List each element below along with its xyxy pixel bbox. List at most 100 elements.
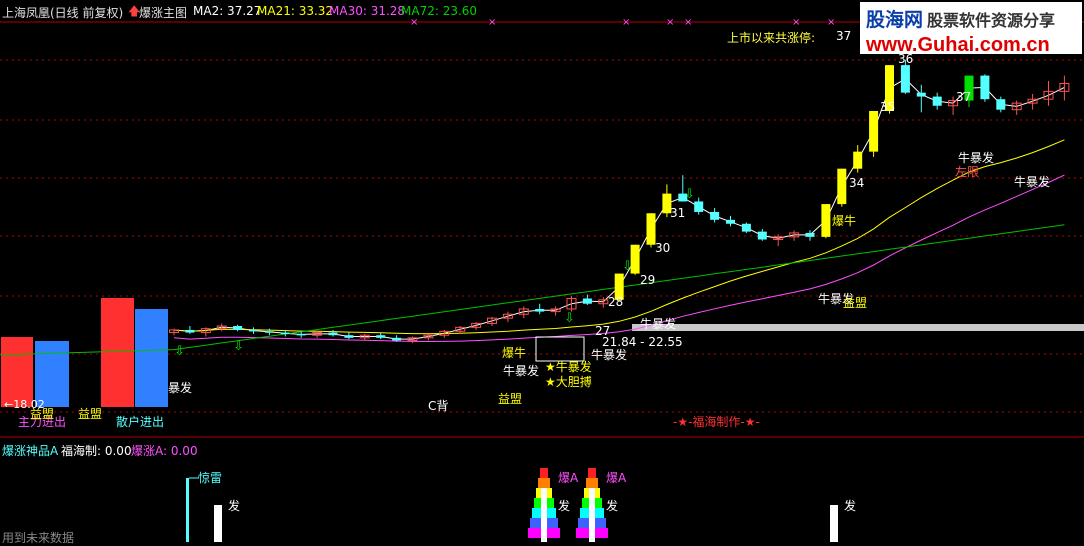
candle-body	[805, 232, 815, 237]
indicator-name: 爆涨主图	[139, 6, 188, 20]
candle-body	[264, 331, 274, 333]
candle-body	[757, 231, 767, 240]
fuhai-value: 福海制: 0.00	[61, 444, 132, 458]
rainbow-stack	[588, 468, 596, 478]
candle-body	[980, 75, 990, 100]
rainbow-stack	[538, 478, 550, 488]
yimeng-label: 益盟	[843, 296, 867, 310]
retail-bar	[135, 309, 168, 407]
since-listing-value: 37	[836, 29, 852, 43]
candle-body	[726, 219, 735, 224]
jinglei-bar	[186, 478, 189, 542]
bao-a-label: 爆A	[606, 471, 627, 485]
bold-bet-label: ★大胆搏	[545, 375, 592, 389]
candle-body	[837, 168, 847, 205]
candle-body	[996, 99, 1006, 110]
retail-bar	[101, 298, 134, 407]
fa-bar	[830, 505, 838, 542]
x-mark-icon: ×	[827, 17, 835, 28]
rainbow-stack	[540, 468, 548, 478]
baofa-label: 暴发	[168, 380, 192, 395]
stock-chart[interactable]: 主力进出 散户进出←18.02益盟 益盟暴发C背 益盟爆牛牛暴发 ★牛暴发★大胆搏牛暴发…	[0, 0, 1084, 542]
left-limit-label: 左限	[955, 164, 979, 179]
x-mark-icon: ×	[622, 17, 630, 28]
niubaofa-label: 牛暴发	[1014, 174, 1050, 189]
candle-body	[249, 329, 258, 332]
guhai-logo: 股海网 股票软件资源分享 www.Guhai.com.cn	[860, 2, 1082, 56]
niubaofa-label: 牛暴发	[640, 316, 676, 331]
baoniu-label: 爆牛	[502, 345, 526, 360]
candle-body	[535, 308, 545, 312]
ma30-line	[173, 174, 1065, 343]
candle-body	[296, 333, 306, 336]
down-arrow-icon: ⇩	[564, 311, 575, 326]
down-arrow-icon: ⇩	[684, 187, 695, 202]
down-arrow-icon: ⇩	[174, 344, 185, 359]
candle-body	[916, 92, 926, 97]
logo-url: www.Guhai.com.cn	[866, 34, 1050, 56]
x-mark-icon: ×	[410, 17, 418, 28]
rainbow-stack	[586, 478, 598, 488]
main-force-bar	[1, 337, 33, 407]
bao-a-label: 爆A	[558, 471, 579, 485]
c-back-label: C背	[428, 399, 448, 413]
fa-label: 发	[228, 498, 240, 513]
candle-body	[376, 335, 386, 338]
candle-body	[694, 201, 704, 212]
future-data-note: 用到未来数据	[2, 531, 75, 545]
candle-body	[582, 298, 592, 304]
fa-label: 发	[558, 498, 570, 513]
price-number-label: 37	[956, 90, 971, 104]
candle-body	[900, 65, 910, 93]
candle-body	[932, 96, 942, 106]
price-number-label: 28	[608, 295, 623, 309]
candle-body	[741, 223, 751, 232]
baozhang-a-value: 爆涨A: 0.00	[131, 444, 198, 458]
niubaofa-label: 牛暴发	[958, 150, 994, 165]
price-number-label: 34	[849, 176, 864, 190]
candle-body	[710, 211, 720, 220]
candle-body	[646, 213, 656, 245]
sub-indicator-panel: 惊雷发 发 爆A 发 爆A 发	[186, 468, 856, 542]
x-mark-icon: ×	[684, 17, 692, 28]
yimeng-label: 益盟	[78, 407, 102, 421]
fa-label: 发	[606, 498, 618, 513]
candle-body	[233, 326, 243, 330]
candle-body	[821, 204, 831, 237]
down-arrow-icon: ⇩	[233, 339, 244, 354]
price-number-label: 31	[670, 206, 685, 220]
price-highlight-bar	[632, 324, 1084, 331]
ma72-value: MA72: 23.60	[401, 4, 478, 18]
yimeng-label: 益盟	[30, 407, 54, 421]
fa-bar	[541, 488, 547, 542]
ma21-value: MA21: 33.32	[257, 4, 334, 18]
ma30-value: MA30: 31.28	[329, 4, 406, 18]
price-number-label: 29	[640, 273, 655, 287]
yimeng-label: 益盟	[498, 392, 522, 406]
fa-bar	[589, 488, 595, 542]
ma2-value: MA2: 37.27	[193, 4, 262, 18]
fa-bar	[214, 505, 222, 542]
sub-panel-title: 爆涨神品A	[2, 444, 59, 458]
candle-body	[392, 337, 402, 341]
candle-body	[344, 335, 354, 338]
range-box	[535, 336, 585, 362]
range-box-label: 21.84 - 22.55	[602, 335, 683, 349]
stock-title: 上海凤凰(日线 前复权)	[2, 6, 124, 20]
candle-body	[869, 111, 879, 152]
price-number-label: 35	[880, 100, 895, 114]
candle-body	[328, 332, 338, 336]
since-listing-label: 上市以来共涨停:	[727, 31, 816, 45]
jinglei-label: 惊雷	[198, 470, 222, 485]
price-number-label: 27	[595, 324, 610, 338]
candle-body	[853, 151, 863, 169]
candle-body	[185, 329, 195, 333]
candle-body	[280, 332, 290, 335]
niubaofa-label: 牛暴发	[591, 347, 627, 362]
retail-label: 散户进出	[116, 414, 164, 429]
baoniu-label: 爆牛	[832, 213, 856, 228]
x-mark-icon: ×	[666, 17, 674, 28]
price-number-label: 30	[655, 241, 670, 255]
niubaofa-label: 牛暴发	[503, 363, 539, 378]
x-mark-icon: ×	[488, 17, 496, 28]
